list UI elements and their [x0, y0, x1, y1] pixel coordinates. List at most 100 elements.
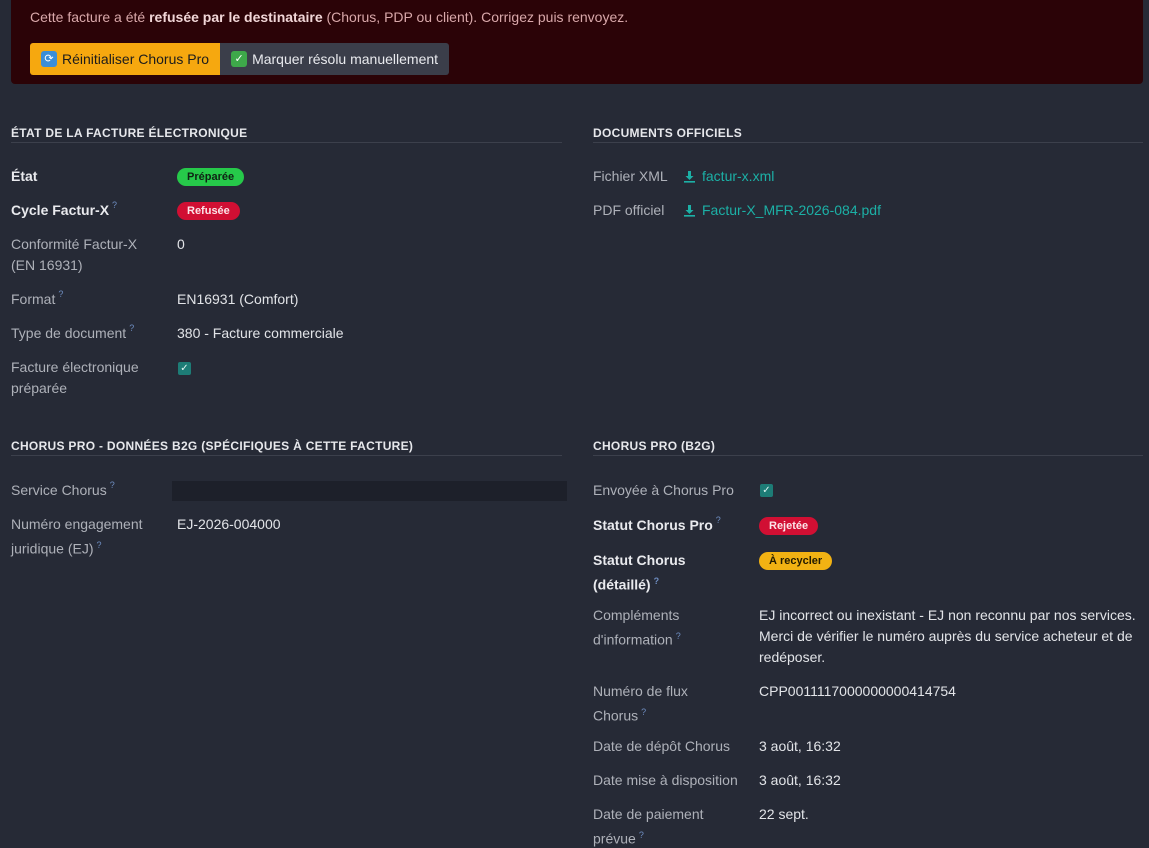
einvoice-state-section: ÉTAT DE LA FACTURE ÉLECTRONIQUE État Pré…: [11, 126, 562, 406]
pdf-download-link[interactable]: Factur-X_MFR-2026-084.pdf: [683, 200, 881, 221]
complements-help-icon[interactable]: ?: [676, 631, 681, 641]
conformite-label-line1: Conformité Factur-X: [11, 236, 138, 252]
flux-help-icon[interactable]: ?: [641, 707, 646, 717]
paiement-label-line2-wrap: prévue?: [593, 825, 704, 848]
prepared-row: Facture électronique préparée: [11, 357, 139, 399]
doc-type-row: Type de document?: [11, 323, 134, 344]
status-detail-label-line2-wrap: (détaillé)?: [593, 571, 686, 596]
format-row: Format?: [11, 289, 63, 310]
conformite-row: Conformité Factur-X (EN 16931): [11, 234, 137, 276]
xml-row: Fichier XML: [593, 166, 668, 187]
alert-text-start: Cette facture a été: [30, 9, 150, 25]
reset-chorus-label: Réinitialiser Chorus Pro: [62, 51, 210, 67]
depot-label: Date de dépôt Chorus: [593, 738, 730, 754]
alert-text-bold: refusée par le destinataire: [149, 9, 323, 25]
service-row: Service Chorus?: [11, 480, 115, 501]
complements-label-line2: d'information: [593, 631, 673, 648]
complements-line3: redéposer.: [759, 649, 826, 665]
ej-label-line2: juridique (EJ): [11, 540, 94, 557]
b2g-data-title: CHORUS PRO - DONNÉES B2G (SPÉCIFIQUES À …: [11, 439, 562, 456]
mark-resolved-button[interactable]: ✓ Marquer résolu manuellement: [220, 43, 450, 75]
status-detail-badge: À recycler: [759, 552, 833, 570]
prepared-checkbox[interactable]: ✓: [178, 362, 191, 375]
documents-section: DOCUMENTS OFFICIELS Fichier XML factur-x…: [593, 126, 1143, 246]
dispo-value: 3 août, 16:32: [759, 772, 841, 788]
depot-value: 3 août, 16:32: [759, 738, 841, 754]
pdf-file-name: Factur-X_MFR-2026-084.pdf: [702, 202, 881, 218]
flux-label-line1: Numéro de flux: [593, 683, 688, 699]
complements-line1: EJ incorrect ou inexistant - EJ non reco…: [759, 607, 1136, 623]
ej-help-icon[interactable]: ?: [96, 540, 101, 550]
doc-type-help-icon[interactable]: ?: [129, 323, 134, 344]
chorus-section: CHORUS PRO (B2G) Envoyée à Chorus Pro ✓ …: [593, 439, 1143, 848]
ej-row: Numéro engagement juridique (EJ)?: [11, 514, 143, 560]
prepared-label-line1: Facture électronique: [11, 359, 139, 375]
sent-checkbox[interactable]: ✓: [760, 484, 773, 497]
alert-button-group: ⟳ Réinitialiser Chorus Pro ✓ Marquer rés…: [30, 43, 450, 75]
ej-value: EJ-2026-004000: [177, 516, 281, 532]
complements-value: EJ incorrect ou inexistant - EJ non reco…: [759, 605, 1136, 668]
flux-row: Numéro de flux Chorus?: [593, 681, 688, 727]
alert-message: Cette facture a été refusée par le desti…: [30, 8, 1124, 26]
reset-chorus-button[interactable]: ⟳ Réinitialiser Chorus Pro: [30, 43, 221, 75]
alert-text-end: (Chorus, PDP ou client). Corrigez puis r…: [322, 9, 629, 25]
status-help-icon[interactable]: ?: [716, 515, 721, 536]
paiement-label-line2: prévue: [593, 830, 636, 847]
cycle-help-icon[interactable]: ?: [112, 200, 117, 221]
check-icon: ✓: [231, 51, 248, 67]
prepared-label-line2: préparée: [11, 380, 68, 396]
paiement-row: Date de paiement prévue?: [593, 804, 704, 848]
service-help-icon[interactable]: ?: [110, 480, 115, 501]
download-icon: [683, 204, 696, 217]
cycle-row: Cycle Factur-X?: [11, 200, 117, 221]
doc-type-label: Type de document: [11, 325, 127, 341]
cycle-label: Cycle Factur-X: [11, 202, 110, 218]
flux-value: CPP0011117000000000414754: [759, 683, 956, 699]
format-label: Format: [11, 291, 56, 307]
format-help-icon[interactable]: ?: [58, 289, 63, 310]
complements-label-line1: Compléments: [593, 607, 680, 623]
cycle-badge: Refusée: [177, 202, 240, 220]
b2g-data-section: CHORUS PRO - DONNÉES B2G (SPÉCIFIQUES À …: [11, 439, 567, 569]
paiement-value: 22 sept.: [759, 806, 809, 822]
dispo-label: Date mise à disposition: [593, 772, 738, 788]
status-row: Statut Chorus Pro?: [593, 515, 721, 536]
status-label: Statut Chorus Pro: [593, 517, 713, 533]
status-detail-row: Statut Chorus (détaillé)?: [593, 550, 686, 596]
etat-badge: Préparée: [177, 168, 245, 186]
status-badge: Rejetée: [759, 517, 819, 535]
ej-label-line1: Numéro engagement: [11, 516, 143, 532]
status-detail-label-line1: Statut Chorus: [593, 552, 686, 568]
xml-download-link[interactable]: factur-x.xml: [683, 166, 774, 187]
etat-label: État: [11, 168, 38, 184]
conformite-value: 0: [177, 236, 185, 252]
flux-label-line2: Chorus: [593, 707, 639, 724]
status-detail-label-line2: (détaillé): [593, 576, 651, 593]
complements-label-line2-wrap: d'information?: [593, 626, 681, 651]
conformite-label-line2: (EN 16931): [11, 257, 83, 273]
chorus-title: CHORUS PRO (B2G): [593, 439, 1143, 456]
xml-file-name: factur-x.xml: [702, 168, 775, 184]
service-input[interactable]: [172, 481, 567, 501]
dispo-row: Date mise à disposition: [593, 770, 738, 791]
refresh-icon: ⟳: [41, 51, 57, 67]
sent-label: Envoyée à Chorus Pro: [593, 482, 734, 498]
pdf-label: PDF officiel: [593, 202, 665, 218]
status-detail-help-icon[interactable]: ?: [654, 576, 660, 586]
pdf-row: PDF officiel: [593, 200, 664, 221]
mark-resolved-label: Marquer résolu manuellement: [252, 51, 439, 67]
paiement-help-icon[interactable]: ?: [639, 830, 644, 840]
xml-label: Fichier XML: [593, 168, 668, 184]
ej-label-line2-wrap: juridique (EJ)?: [11, 535, 143, 560]
paiement-label-line1: Date de paiement: [593, 806, 704, 822]
etat-row: État: [11, 166, 37, 187]
documents-title: DOCUMENTS OFFICIELS: [593, 126, 1143, 143]
complements-line2: Merci de vérifier le numéro auprès du se…: [759, 628, 1133, 644]
service-label: Service Chorus: [11, 482, 107, 498]
format-value: EN16931 (Comfort): [177, 291, 299, 307]
flux-label-line2-wrap: Chorus?: [593, 702, 688, 727]
download-icon: [683, 170, 696, 183]
sent-row: Envoyée à Chorus Pro: [593, 480, 734, 501]
refusal-alert: Cette facture a été refusée par le desti…: [11, 0, 1143, 84]
complements-row: Compléments d'information?: [593, 605, 681, 651]
